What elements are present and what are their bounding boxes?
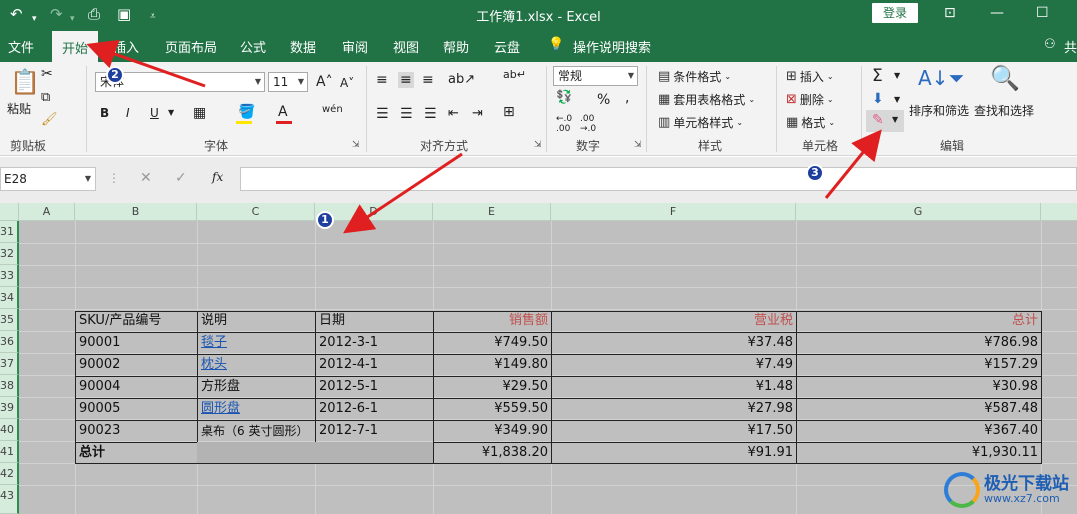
annotation-arrows bbox=[86, 39, 882, 234]
watermark-name: 极光下载站 bbox=[984, 474, 1069, 494]
arrow-to-clear-button bbox=[824, 129, 882, 199]
annotation-badge-1: 1 bbox=[316, 211, 334, 229]
watermark-url: www.xz7.com bbox=[984, 492, 1060, 505]
arrow-to-grid bbox=[343, 152, 463, 234]
watermark: 极光下载站 www.xz7.com bbox=[944, 472, 1069, 508]
annotation-badge-2: 2 bbox=[106, 66, 124, 84]
watermark-logo-icon bbox=[944, 472, 980, 508]
annotation-badge-3: 3 bbox=[806, 164, 824, 182]
